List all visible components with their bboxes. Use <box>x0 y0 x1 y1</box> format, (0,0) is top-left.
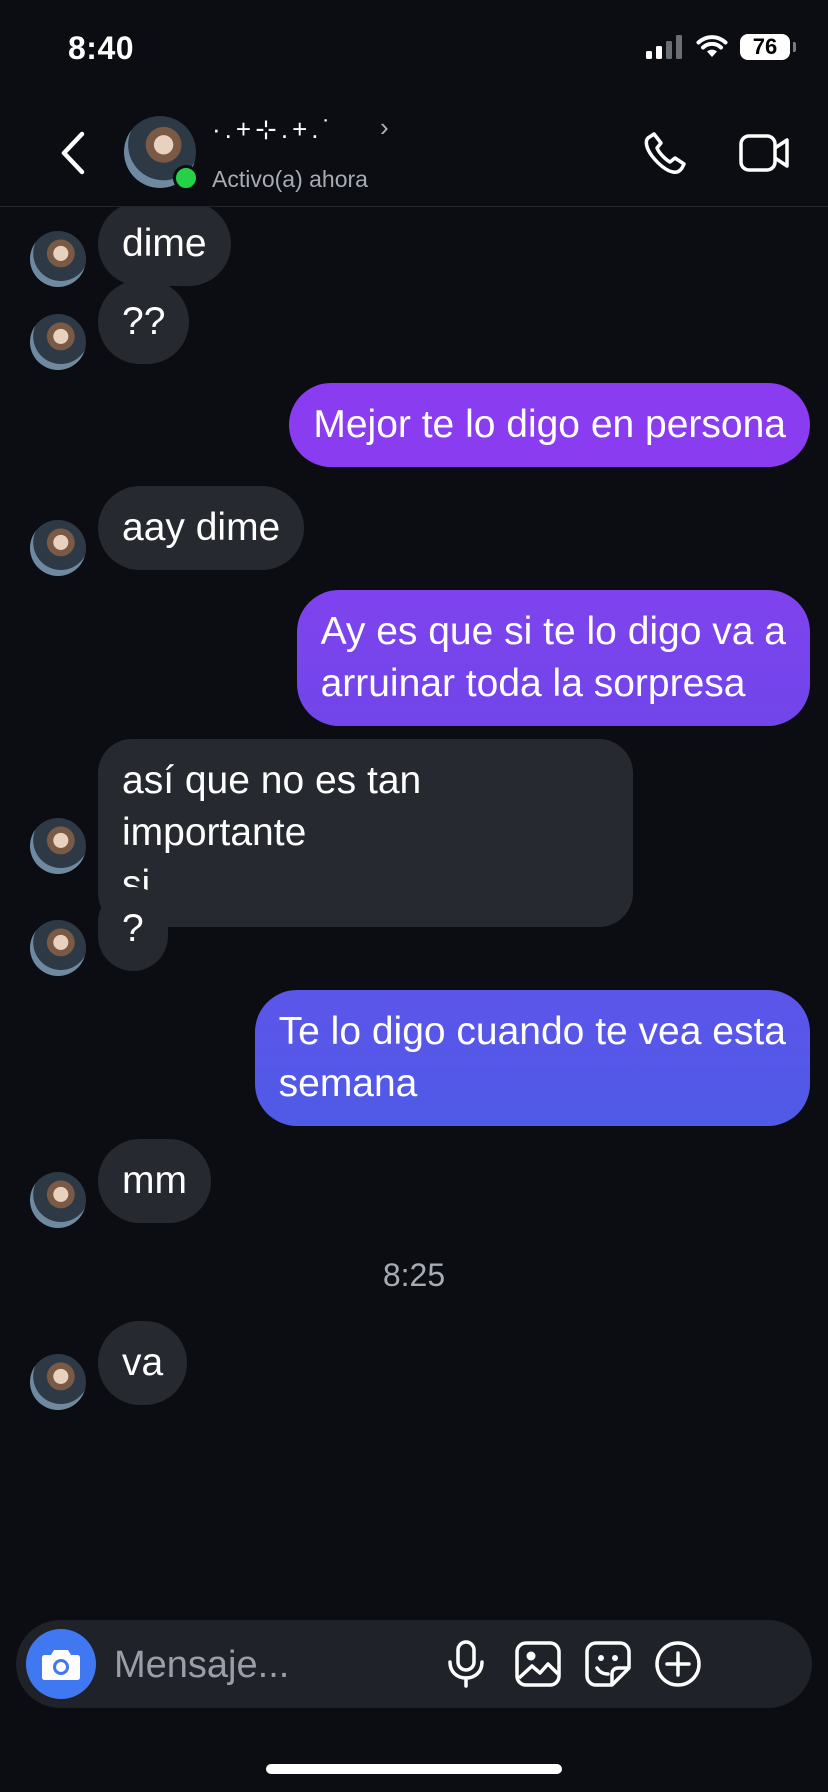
status-icons: 76 <box>646 34 796 60</box>
status-bar: 8:40 76 <box>0 0 828 100</box>
incoming-message-bubble[interactable]: mm <box>98 1139 211 1223</box>
wifi-icon <box>696 35 728 57</box>
sender-avatar[interactable] <box>30 1172 86 1228</box>
contact-name[interactable]: ·.+⊹.+.˙ <box>212 114 335 145</box>
outgoing-message-bubble[interactable]: Te lo digo cuando te vea esta semana <box>254 990 810 1126</box>
status-time: 8:40 <box>68 30 135 66</box>
message-row: Te lo digo cuando te vea esta semana <box>254 990 810 1126</box>
signal-icon <box>646 35 682 59</box>
message-row: ? <box>98 887 168 971</box>
message-row: dime <box>98 207 231 286</box>
video-call-button[interactable] <box>738 130 790 176</box>
phone-call-button[interactable] <box>640 128 690 178</box>
message-thread[interactable]: dime ?? Mejor te lo digo en persona aay … <box>0 207 828 1617</box>
camera-icon <box>42 1650 80 1680</box>
gallery-button[interactable] <box>512 1638 564 1690</box>
incoming-message-bubble[interactable]: así que no es tan importante si <box>98 739 633 927</box>
sender-avatar[interactable] <box>30 1354 86 1410</box>
message-row: así que no es tan importante si <box>98 739 633 927</box>
add-button[interactable] <box>652 1638 704 1690</box>
message-row: aay dime <box>98 486 305 570</box>
message-row: mm <box>98 1139 211 1223</box>
online-status-dot <box>173 165 199 191</box>
sender-avatar[interactable] <box>30 920 86 976</box>
back-button[interactable] <box>52 128 92 178</box>
camera-button[interactable] <box>26 1629 96 1699</box>
contact-status: Activo(a) ahora <box>212 166 368 192</box>
message-row: Mejor te lo digo en persona <box>289 383 810 467</box>
incoming-message-bubble[interactable]: va <box>98 1321 188 1405</box>
sticker-button[interactable] <box>582 1638 634 1690</box>
message-composer <box>16 1620 812 1708</box>
chevron-right-icon[interactable]: › <box>380 112 389 143</box>
message-row: ?? <box>98 280 190 364</box>
incoming-message-bubble[interactable]: aay dime <box>98 486 305 570</box>
incoming-message-bubble[interactable]: ?? <box>98 280 190 364</box>
sender-avatar[interactable] <box>30 231 86 287</box>
outgoing-message-bubble[interactable]: Mejor te lo digo en persona <box>289 383 810 467</box>
home-indicator[interactable] <box>266 1764 562 1774</box>
message-row: va <box>98 1321 188 1405</box>
incoming-message-bubble[interactable]: ? <box>98 887 168 971</box>
chat-header: ·.+⊹.+.˙ › Activo(a) ahora <box>0 100 828 207</box>
outgoing-message-bubble[interactable]: Ay es que si te lo digo va a arruinar to… <box>296 590 810 726</box>
message-input[interactable] <box>112 1634 476 1696</box>
message-row: Ay es que si te lo digo va a arruinar to… <box>296 590 810 726</box>
battery-indicator: 76 <box>740 34 796 60</box>
incoming-message-bubble[interactable]: dime <box>98 207 231 286</box>
microphone-button[interactable] <box>440 1638 492 1690</box>
sender-avatar[interactable] <box>30 314 86 370</box>
sender-avatar[interactable] <box>30 818 86 874</box>
timestamp-separator: 8:25 <box>382 1257 446 1293</box>
sender-avatar[interactable] <box>30 520 86 576</box>
